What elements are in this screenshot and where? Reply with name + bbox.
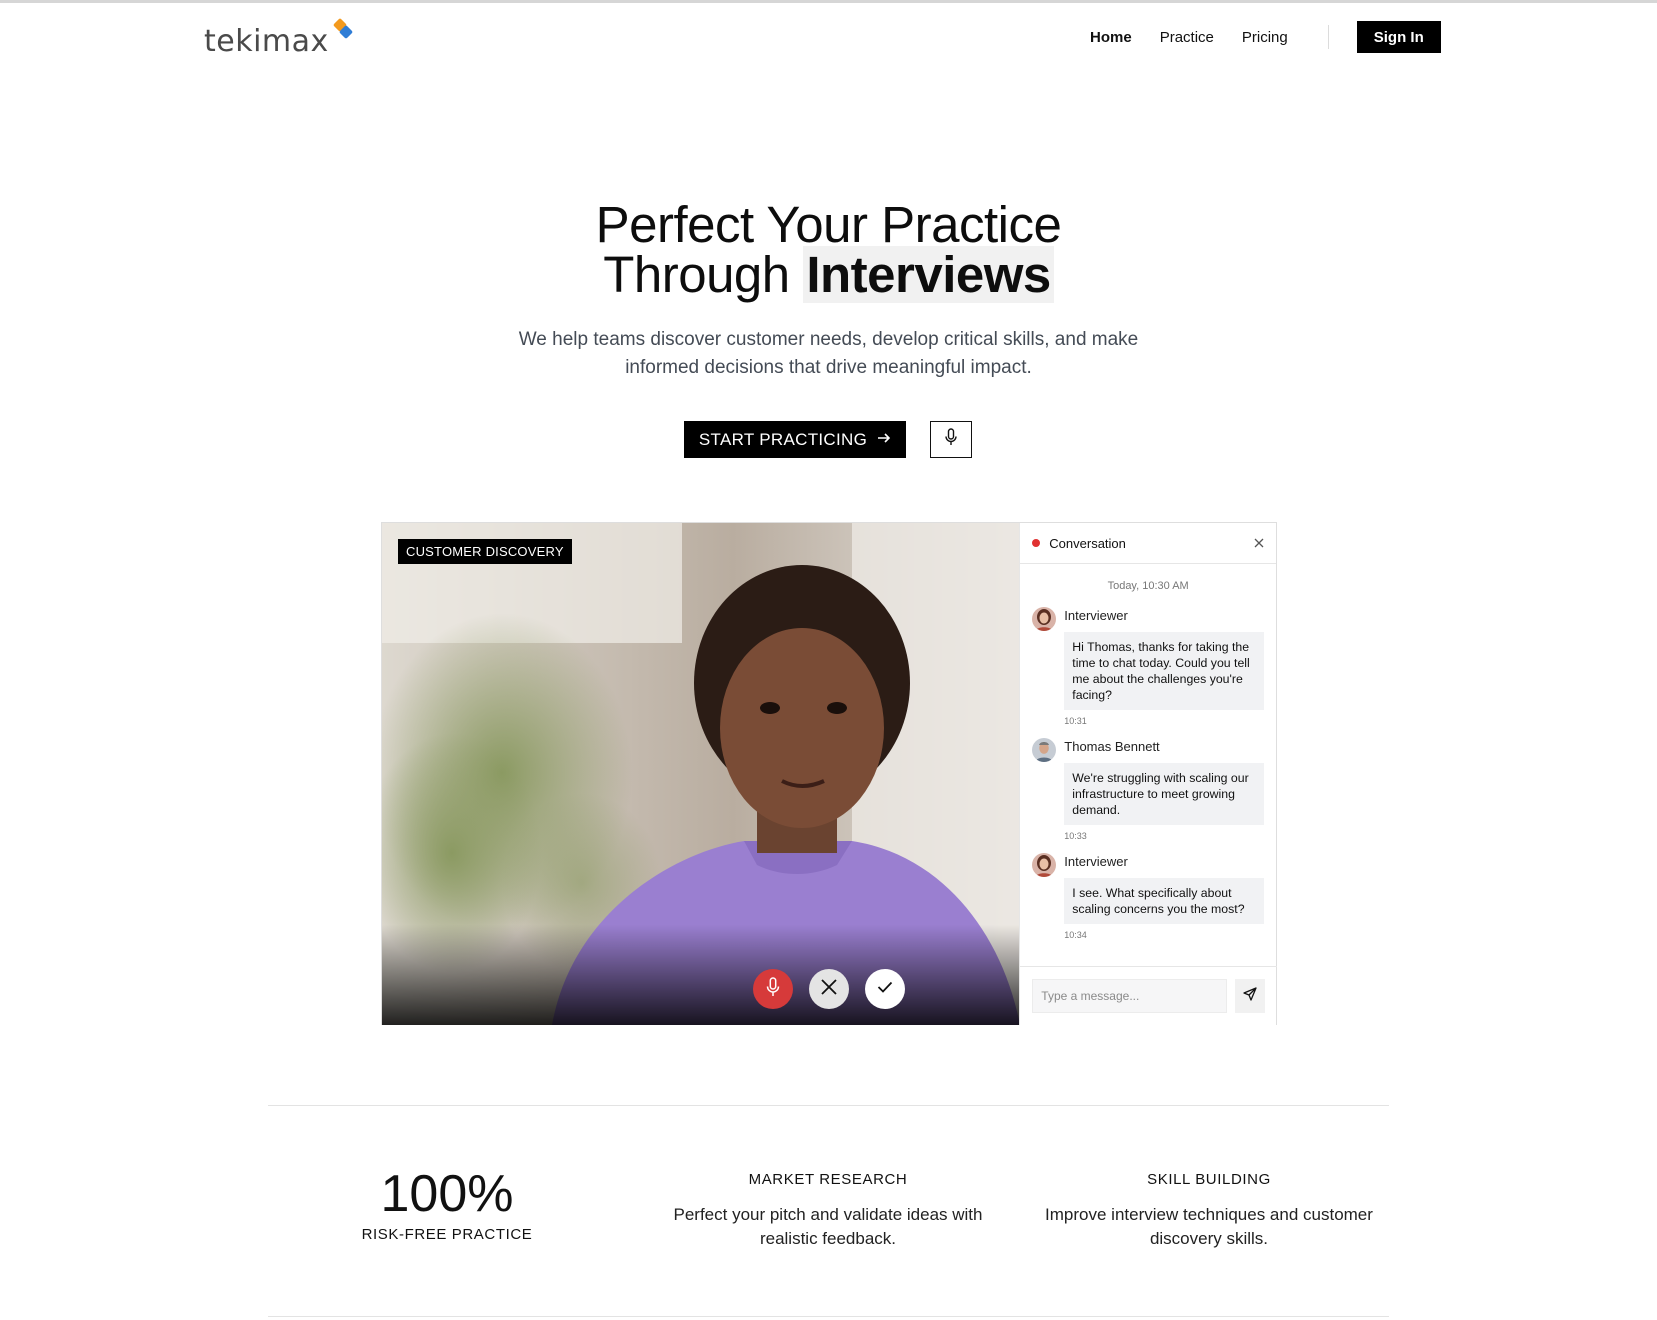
avatar xyxy=(1032,853,1057,877)
send-button[interactable] xyxy=(1235,979,1266,1013)
conversation-header: Conversation xyxy=(1020,523,1276,564)
message-sender: Interviewer xyxy=(1064,854,1128,869)
stat-value: 100% xyxy=(380,1165,514,1223)
hero-title-highlight: Interviews xyxy=(803,246,1054,303)
stat-text: Improve interview techniques and custome… xyxy=(1045,1205,1373,1248)
close-icon xyxy=(820,978,838,1001)
hero-subtitle: We help teams discover customer needs, d… xyxy=(518,329,1139,378)
nav-pricing[interactable]: Pricing xyxy=(1242,29,1288,46)
message-sender: Interviewer xyxy=(1064,608,1128,623)
message-bubble: We're struggling with scaling our infras… xyxy=(1064,763,1264,825)
hero-title-line2-plain: Through xyxy=(603,246,804,303)
confirm-button[interactable] xyxy=(865,969,905,1009)
nav-practice[interactable]: Practice xyxy=(1160,29,1214,46)
message-bubble: Hi Thomas, thanks for taking the time to… xyxy=(1064,632,1264,710)
microphone-icon xyxy=(766,976,780,1002)
stat-risk-free: 100% RISK-FREE PRACTICE xyxy=(347,1166,547,1243)
interview-demo: CUSTOMER DISCOVERY Conversation Today, 1… xyxy=(381,522,1278,1025)
stat-label: RISK-FREE PRACTICE xyxy=(361,1226,533,1243)
chat-message: Thomas Bennett We're struggling with sca… xyxy=(1020,738,1276,841)
start-practicing-label: START PRACTICING xyxy=(698,429,868,449)
conversation-title: Conversation xyxy=(1049,535,1126,551)
hero-title-line1: Perfect Your Practice xyxy=(595,196,1062,253)
logo[interactable]: tekimax xyxy=(204,17,353,60)
send-icon xyxy=(1243,986,1257,1006)
message-composer xyxy=(1020,966,1278,1025)
stat-text: Perfect your pitch and validate ideas wi… xyxy=(673,1205,983,1248)
message-bubble: I see. What specifically about scaling c… xyxy=(1064,878,1264,924)
hero-title: Perfect Your Practice Through Interviews xyxy=(0,199,1657,303)
conversation-panel: Conversation Today, 10:30 AM Interviewer… xyxy=(1019,523,1278,1025)
video-badge: CUSTOMER DISCOVERY xyxy=(398,539,572,564)
message-time: 10:33 xyxy=(1064,831,1087,841)
end-button[interactable] xyxy=(809,969,849,1009)
logo-text: tekimax xyxy=(204,24,329,59)
nav-divider xyxy=(1327,25,1329,49)
interviewer-video-image xyxy=(382,523,1020,1025)
chat-message: Interviewer I see. What specifically abo… xyxy=(1020,853,1276,940)
section-divider xyxy=(268,1105,1389,1106)
check-icon xyxy=(877,980,893,998)
stat-heading: MARKET RESEARCH xyxy=(748,1171,908,1188)
arrow-right-icon xyxy=(877,430,891,450)
sign-in-button[interactable]: Sign In xyxy=(1356,21,1441,53)
logo-mark-icon xyxy=(331,17,353,42)
stat-market-research: MARKET RESEARCH Perfect your pitch and v… xyxy=(668,1171,988,1251)
message-input[interactable] xyxy=(1032,979,1228,1013)
avatar xyxy=(1032,738,1057,762)
message-sender: Thomas Bennett xyxy=(1064,739,1160,754)
nav-home[interactable]: Home xyxy=(1090,29,1132,46)
video-feed: CUSTOMER DISCOVERY xyxy=(382,523,1020,1025)
call-controls xyxy=(753,969,905,1009)
top-border xyxy=(0,0,1657,3)
chat-message: Interviewer Hi Thomas, thanks for taking… xyxy=(1020,607,1276,726)
recording-indicator xyxy=(1032,539,1041,547)
main-nav: Home Practice Pricing Sign In xyxy=(1090,21,1441,53)
start-practicing-button[interactable]: START PRACTICING xyxy=(684,421,906,458)
message-time: 10:31 xyxy=(1064,716,1087,726)
mic-button[interactable] xyxy=(753,969,793,1009)
microphone-icon xyxy=(944,428,958,451)
voice-button[interactable] xyxy=(930,421,972,458)
section-divider xyxy=(268,1316,1389,1317)
message-time: 10:34 xyxy=(1064,930,1087,940)
cta-row: START PRACTICING xyxy=(684,421,972,458)
stat-heading: SKILL BUILDING xyxy=(1147,1171,1271,1188)
avatar xyxy=(1032,607,1057,631)
close-icon[interactable] xyxy=(1254,535,1264,551)
stat-skill-building: SKILL BUILDING Improve interview techniq… xyxy=(1042,1171,1376,1251)
conversation-date: Today, 10:30 AM xyxy=(1107,580,1189,592)
